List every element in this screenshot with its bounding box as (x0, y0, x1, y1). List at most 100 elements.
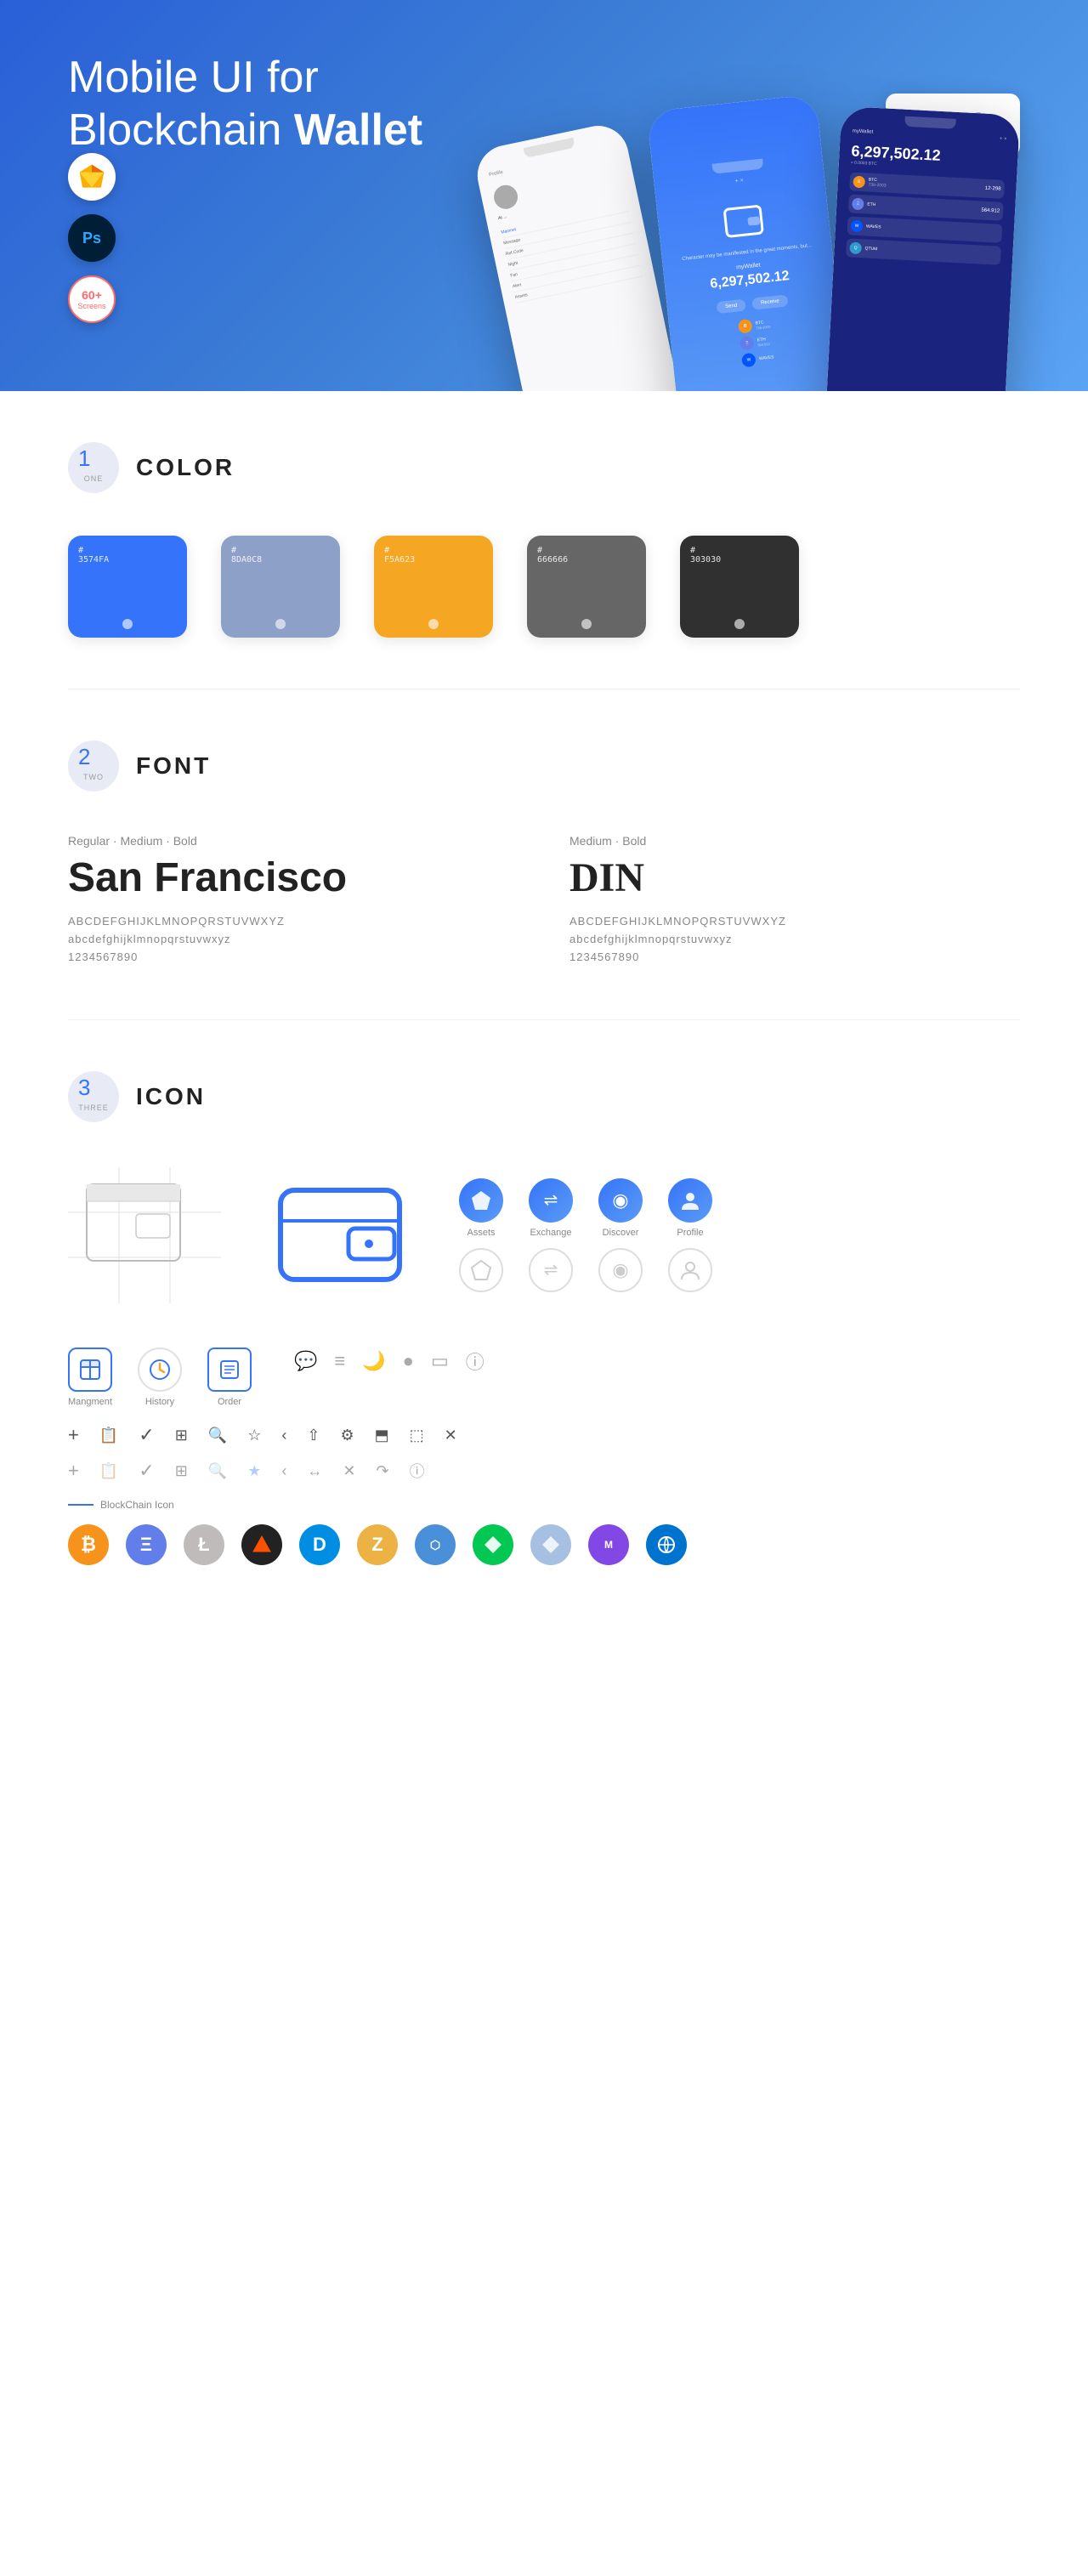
wallet-icon-blue (272, 1165, 408, 1305)
utility-icons-light-row: + 📋 ✓ ⊞ 🔍 ★ ‹ ↔ ✕ ↷ ⓘ (68, 1460, 1020, 1482)
color-section: 1 ONE COLOR # 3574FA # 8DA0C8 # F5A623 (0, 391, 1088, 689)
sf-lower: abcdefghijklmnopqrstuvwxyz (68, 933, 518, 945)
icon-exchange: ⇌ Exchange (529, 1178, 573, 1238)
document-icon: 📋 (99, 1427, 118, 1444)
color-swatches: # 3574FA # 8DA0C8 # F5A623 # 666666 (68, 536, 1020, 638)
extra-icon (646, 1524, 687, 1565)
dash-icon: D (299, 1524, 340, 1565)
exchange-icon-circle: ⇌ (529, 1178, 573, 1223)
font-section-title: FONT (136, 752, 211, 780)
din-name: DIN (570, 854, 1020, 901)
plus-icon-light: + (68, 1460, 79, 1482)
matic-icon: M (588, 1524, 629, 1565)
din-digits: 1234567890 (570, 950, 1020, 963)
color-card-orange: # F5A623 (374, 536, 493, 638)
misc-icons: 💬 ≡ 🌙 ● ▭ ⓘ (294, 1348, 484, 1375)
exchange-label: Exchange (530, 1228, 572, 1238)
settings-icon: ⚙ (340, 1427, 354, 1444)
sketch-icon (76, 162, 107, 192)
sf-name: San Francisco (68, 854, 518, 901)
nav-icons-group: Assets ⇌ Exchange ◉ Discover (459, 1178, 712, 1292)
hero-badges: Ps 3 60+ Screens (68, 153, 116, 323)
icon-assets-outline (459, 1248, 503, 1292)
icon-management: Mangment (68, 1348, 112, 1407)
discover-label: Discover (603, 1228, 639, 1238)
star-icon-active: ★ (247, 1462, 261, 1480)
icon-exchange-outline: ⇌ (529, 1248, 573, 1292)
sketch-badge (68, 153, 116, 201)
discover-icon-circle: ◉ (598, 1178, 643, 1223)
color-card-gray: # 666666 (527, 536, 646, 638)
resize-icon: ⬚ (410, 1427, 424, 1444)
color-swatch-orange: # F5A623 (374, 536, 493, 638)
icon-profile: Profile (668, 1178, 712, 1238)
profile-label: Profile (677, 1228, 703, 1238)
icon-section-title: ICON (136, 1083, 206, 1110)
info-icon: ⓘ (466, 1348, 484, 1375)
hero-section: Mobile UI for Blockchain Wallet Ps 3 60+… (0, 0, 1088, 391)
forward-icon-light: ↔ (307, 1462, 322, 1480)
history-label: History (145, 1397, 174, 1407)
document-icon-light: 📋 (99, 1462, 118, 1480)
icon-discover-outline: ◉ (598, 1248, 643, 1292)
utility-icons-row: + 📋 ✓ ⊞ 🔍 ☆ ‹ ⇧ ⚙ ⬒ ⬚ ✕ (68, 1424, 1020, 1446)
network-icon: ⬡ (415, 1524, 456, 1565)
blockchain-icon-label: BlockChain Icon (68, 1499, 1020, 1511)
din-lower: abcdefghijklmnopqrstuvwxyz (570, 933, 1020, 945)
icon-profile-outline (668, 1248, 712, 1292)
close-icon: ✕ (445, 1427, 457, 1444)
plus-icon: + (68, 1424, 79, 1446)
sf-style: Regular · Medium · Bold (68, 834, 518, 848)
color-card-blue: # 3574FA (68, 536, 187, 638)
hero-title: Mobile UI for Blockchain Wallet (68, 51, 493, 157)
discover-icon: ◉ (612, 1189, 628, 1211)
search-icon-light: 🔍 (208, 1462, 227, 1480)
sf-upper: ABCDEFGHIJKLMNOPQRSTUVWXYZ (68, 915, 518, 928)
color-section-number: 1 ONE (68, 442, 119, 493)
din-upper: ABCDEFGHIJKLMNOPQRSTUVWXYZ (570, 915, 1020, 928)
icon-section-number: 3 THREE (68, 1071, 119, 1122)
order-label: Order (218, 1397, 241, 1407)
phone-right: myWallet + × 6,297,502.12 ≈ 0.0003 BTC B… (824, 106, 1020, 391)
color-swatch-grayblue: # 8DA0C8 (221, 536, 340, 638)
assets-icon-circle (459, 1178, 503, 1223)
profile-icon-circle (668, 1178, 712, 1223)
back-icon: ‹ (281, 1427, 286, 1444)
wallet-svg (272, 1165, 408, 1301)
eth-icon: Ξ (126, 1524, 167, 1565)
phone-center: + × Character may be manifested in the g… (647, 94, 850, 391)
color-section-title: COLOR (136, 454, 235, 481)
icon-assets: Assets (459, 1178, 503, 1238)
color-swatch-dark: # 303030 (680, 536, 799, 638)
color-card-gray-blue: # 8DA0C8 (221, 536, 340, 638)
font-grid: Regular · Medium · Bold San Francisco AB… (68, 834, 1020, 968)
cancel-icon-light: ✕ (343, 1462, 355, 1480)
color-card-dark: # 303030 (680, 536, 799, 638)
redo-icon-light: ↷ (376, 1462, 388, 1480)
zcash-icon: Z (357, 1524, 398, 1565)
qr-icon: ⊞ (175, 1427, 188, 1444)
font-section: 2 TWO FONT Regular · Medium · Bold San F… (0, 689, 1088, 1019)
font-sf: Regular · Medium · Bold San Francisco AB… (68, 834, 518, 968)
icon-history: History (138, 1348, 182, 1407)
blockchain-line (68, 1504, 94, 1506)
assets-label: Assets (467, 1228, 495, 1238)
font-section-number: 2 TWO (68, 740, 119, 792)
save-icon: ⬒ (375, 1427, 389, 1444)
phones-mockup: Profile AI ... Mainnet Message Ref.Code … (527, 85, 1088, 391)
search-icon: 🔍 (208, 1427, 227, 1444)
icon-section: 3 THREE ICON (0, 1020, 1088, 1616)
star-icon: ☆ (247, 1427, 261, 1444)
icon-discover: ◉ Discover (598, 1178, 643, 1238)
neo-icon (530, 1524, 571, 1565)
bat-icon (241, 1524, 282, 1565)
qr-icon-light: ⊞ (175, 1462, 188, 1480)
back-icon-light: ‹ (281, 1462, 286, 1480)
check-icon: ✓ (139, 1424, 154, 1446)
exchange-icon: ⇌ (544, 1189, 558, 1211)
font-din: Medium · Bold DIN ABCDEFGHIJKLMNOPQRSTUV… (570, 834, 1020, 968)
management-label: Mangment (68, 1397, 112, 1407)
moon-icon: 🌙 (362, 1350, 385, 1372)
chat-icon: 💬 (294, 1350, 317, 1372)
screens-count: 60+ (82, 288, 102, 302)
